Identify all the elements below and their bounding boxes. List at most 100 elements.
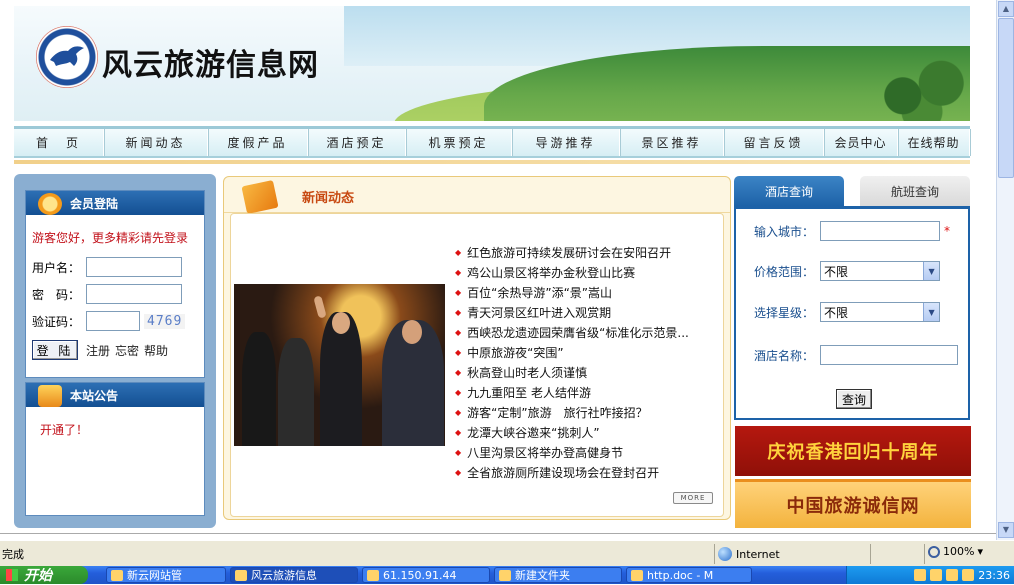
nav-holiday-products[interactable]: 度假产品: [208, 129, 308, 156]
status-divider: [924, 544, 925, 564]
username-input[interactable]: [86, 257, 182, 277]
site-title: 风云旅游信息网: [102, 48, 319, 83]
captcha-row: 验证码： 4769: [32, 308, 198, 334]
taskbar-button[interactable]: 风云旅游信息: [230, 567, 358, 583]
scroll-down-icon[interactable]: ▼: [998, 522, 1014, 538]
news-panel-title: 新闻动态: [302, 191, 355, 206]
photo-figure: [320, 312, 362, 446]
nav-flight-booking[interactable]: 机票预定: [406, 129, 512, 156]
help-link[interactable]: 帮助: [144, 342, 168, 359]
news-book-icon: [241, 179, 279, 215]
tray-icon[interactable]: [962, 569, 975, 581]
news-item[interactable]: ◆ 八里沟景区将举办登高健身节: [455, 442, 689, 462]
login-button[interactable]: 登 陆: [32, 340, 78, 360]
status-divider: [870, 544, 871, 564]
clock[interactable]: 23:36: [978, 569, 1010, 582]
password-input[interactable]: [86, 284, 182, 304]
nav-guide-recommend[interactable]: 导游推荐: [512, 129, 620, 156]
chevron-down-icon: ▼: [923, 262, 940, 280]
document-icon: [631, 570, 643, 581]
more-button[interactable]: MORE: [673, 492, 713, 504]
taskbar-button[interactable]: 61.150.91.44: [362, 567, 490, 583]
notice-box-header: 本站公告: [26, 383, 204, 407]
browser-viewport: 风云旅游信息网 首 页 新闻动态 度假产品 酒店预定 机票预定 导游推荐 景区推…: [0, 0, 996, 540]
tourism-credit-banner[interactable]: 中国旅游诚信网: [735, 479, 971, 528]
windows-flag-icon: [6, 569, 18, 581]
nav-member-center[interactable]: 会员中心: [824, 129, 898, 156]
news-item[interactable]: ◆ 青天河景区红叶进入观赏期: [455, 302, 689, 322]
taskbar-button[interactable]: http.doc - M: [626, 567, 752, 583]
news-item[interactable]: ◆ 全省旅游厕所建设现场会在登封召开: [455, 462, 689, 482]
start-button[interactable]: 开始: [0, 566, 88, 584]
query-button[interactable]: 查询: [836, 389, 872, 409]
notice-text: 开通了！: [40, 423, 89, 437]
footer-strip: [0, 533, 996, 540]
bullet-icon: ◆: [455, 327, 462, 337]
nav-home[interactable]: 首 页: [14, 129, 104, 156]
bullet-icon: ◆: [455, 287, 462, 297]
photo-figure: [242, 332, 276, 446]
nav-guestbook[interactable]: 留言反馈: [724, 129, 824, 156]
taskbar-button[interactable]: 新建文件夹: [494, 567, 622, 583]
nav-online-help[interactable]: 在线帮助: [898, 129, 970, 156]
news-content: ◆ 红色旅游可持续发展研讨会在安阳召开 ◆ 鸡公山景区将举办金秋登山比赛 ◆ 百位“余…: [230, 213, 724, 517]
news-item[interactable]: ◆ 鸡公山景区将举办金秋登山比赛: [455, 262, 689, 282]
security-zone: Internet: [718, 545, 780, 563]
news-item[interactable]: ◆ 龙潭大峡谷邀来“挑刺人”: [455, 422, 689, 442]
star-select[interactable]: 不限 ▼: [820, 302, 941, 322]
tray-icon[interactable]: [914, 569, 927, 581]
login-box: 会员登陆 游客您好，更多精彩请先登录 用户名： 密 码： 验证码： 4769 登…: [25, 190, 205, 378]
zone-label: Internet: [736, 547, 780, 561]
city-input[interactable]: [820, 221, 941, 241]
folder-icon: [499, 570, 511, 581]
news-list: ◆ 红色旅游可持续发展研讨会在安阳召开 ◆ 鸡公山景区将举办金秋登山比赛 ◆ 百位“余…: [455, 242, 689, 482]
bullet-icon: ◆: [455, 447, 462, 457]
captcha-input[interactable]: [86, 311, 140, 331]
bullet-icon: ◆: [455, 427, 462, 437]
taskbar-button[interactable]: 新云网站管: [106, 567, 226, 583]
bullet-icon: ◆: [455, 247, 462, 257]
news-panel-header: 新闻动态: [224, 177, 730, 215]
hotel-name-input[interactable]: [820, 345, 959, 365]
tray-icon[interactable]: [946, 569, 959, 581]
news-item[interactable]: ◆ 游客“定制”旅游 旅行社咋接招？: [455, 402, 689, 422]
password-label: 密 码：: [32, 287, 81, 302]
captcha-label: 验证码：: [32, 314, 81, 329]
news-item[interactable]: ◆ 九九重阳至 老人结伴游: [455, 382, 689, 402]
query-tabs: 酒店查询 航班查询: [734, 176, 970, 208]
price-select[interactable]: 不限 ▼: [820, 261, 941, 281]
nav-hotel-booking[interactable]: 酒店预定: [308, 129, 406, 156]
ie-icon: [111, 570, 123, 581]
news-item[interactable]: ◆ 西峡恐龙遗迹园荣膺省级“标准化示范景...: [455, 322, 689, 342]
news-item[interactable]: ◆ 秋高登山时老人须谨慎: [455, 362, 689, 382]
site-logo[interactable]: [36, 26, 98, 88]
required-mark: *: [944, 224, 951, 238]
price-label: 价格范围：: [754, 264, 815, 279]
vertical-scrollbar[interactable]: ▲ ▼: [996, 0, 1014, 540]
network-icon: [367, 570, 379, 581]
zoom-control[interactable]: 100% ▾: [928, 545, 983, 558]
forgot-password-link[interactable]: 忘密: [115, 342, 139, 359]
price-row: 价格范围： 不限 ▼: [754, 261, 941, 281]
password-row: 密 码：: [32, 281, 198, 307]
news-item[interactable]: ◆ 中原旅游夜“突围”: [455, 342, 689, 362]
scroll-up-icon[interactable]: ▲: [998, 1, 1014, 17]
tab-hotel-query[interactable]: 酒店查询: [734, 176, 844, 206]
status-text: 完成: [2, 547, 24, 561]
hotel-query-form: 输入城市： * 价格范围： 不限 ▼ 选择星级： 不限 ▼ 酒店名称： 查询: [734, 206, 970, 420]
horse-icon: [50, 46, 84, 66]
captcha-image[interactable]: 4769: [144, 313, 186, 329]
news-photo[interactable]: [234, 284, 445, 446]
bullet-icon: ◆: [455, 467, 462, 477]
register-link[interactable]: 注册: [86, 342, 110, 359]
hk-anniversary-banner[interactable]: 庆祝香港回归十周年: [735, 426, 971, 476]
nav-news[interactable]: 新闻动态: [104, 129, 208, 156]
tray-icon[interactable]: [930, 569, 943, 581]
news-item[interactable]: ◆ 红色旅游可持续发展研讨会在安阳召开: [455, 242, 689, 262]
news-item[interactable]: ◆ 百位“余热导游”添“景”嵩山: [455, 282, 689, 302]
tab-flight-query[interactable]: 航班查询: [860, 176, 970, 206]
notice-box: 本站公告 开通了！: [25, 382, 205, 516]
nav-scenic-recommend[interactable]: 景区推荐: [620, 129, 724, 156]
scroll-thumb[interactable]: [998, 18, 1014, 178]
bullet-icon: ◆: [455, 307, 462, 317]
